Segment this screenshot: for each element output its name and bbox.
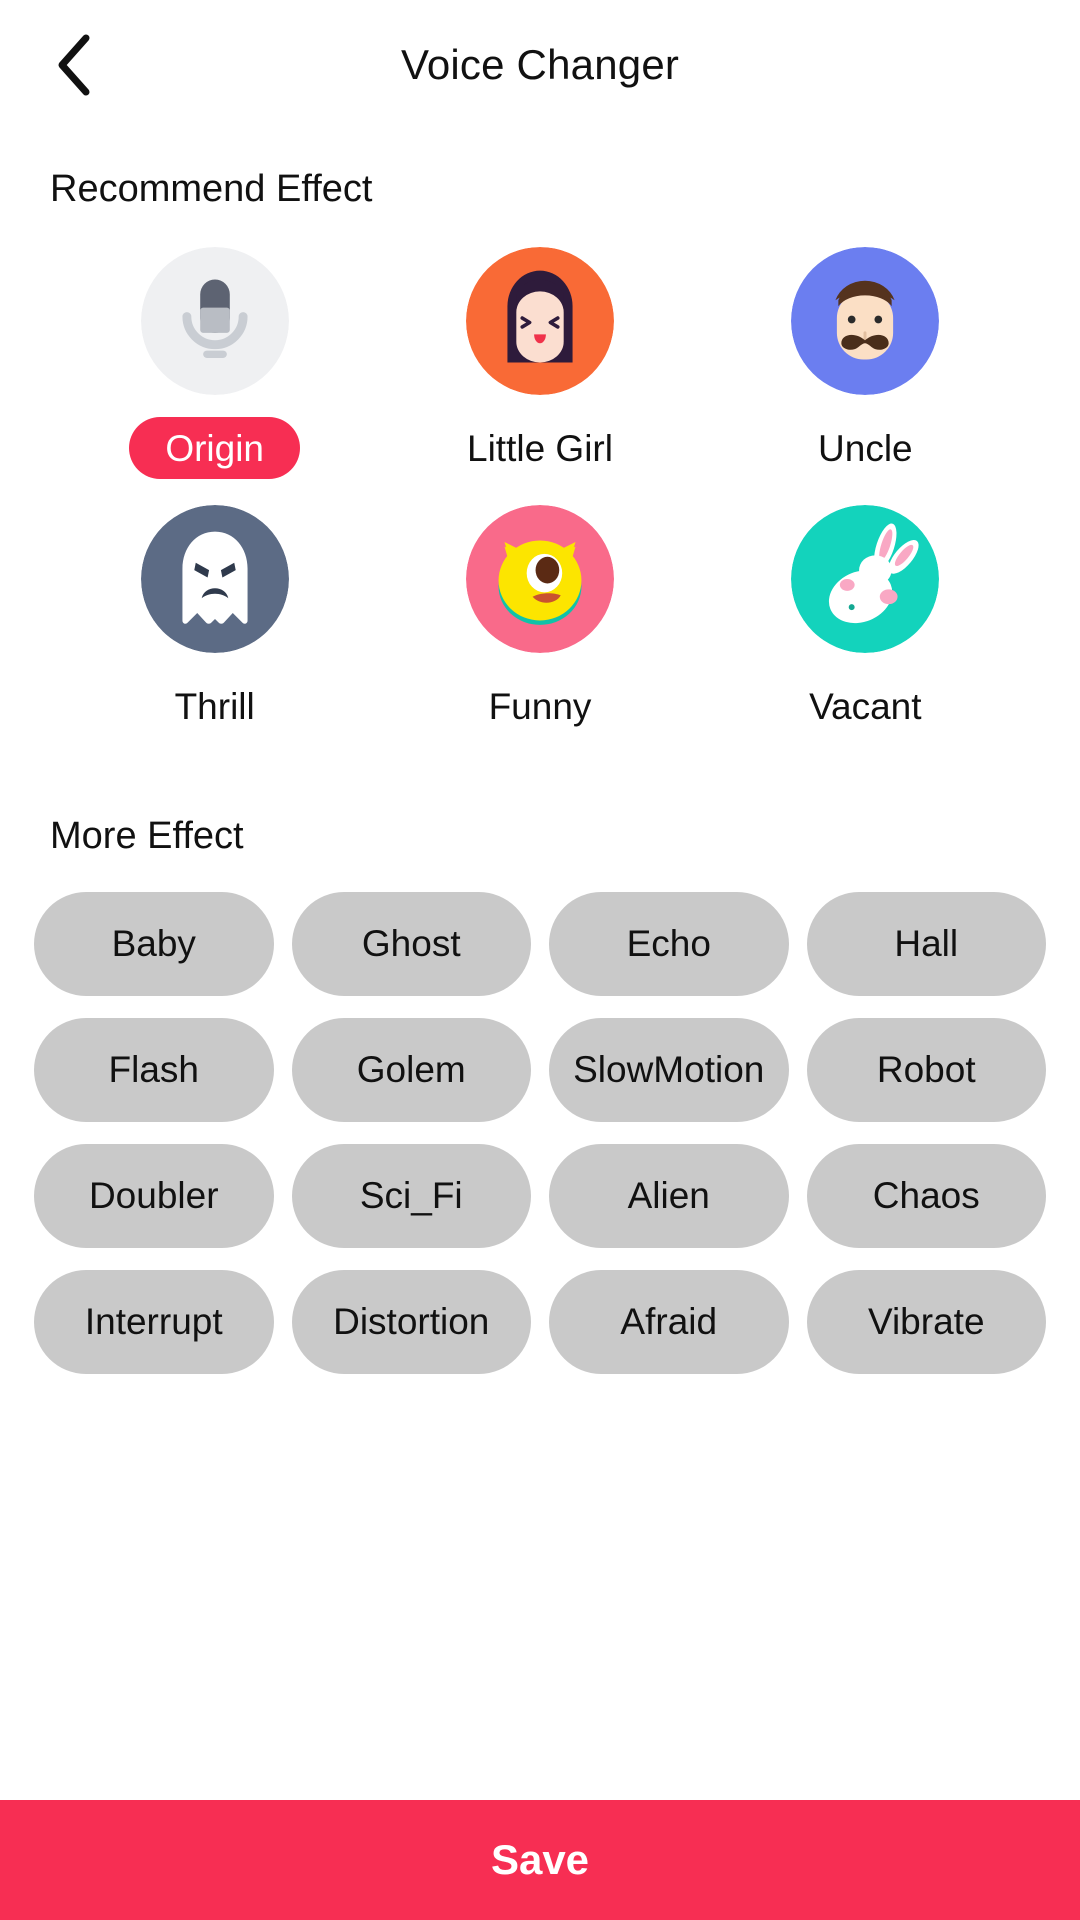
chip-chaos[interactable]: Chaos <box>806 1144 1046 1248</box>
effect-label-origin: Origin <box>129 417 301 479</box>
man-face-icon <box>791 247 940 395</box>
chip-distortion[interactable]: Distortion <box>291 1270 531 1374</box>
effect-label-vacant: Vacant <box>809 685 922 727</box>
effect-label-funny: Funny <box>488 685 592 727</box>
chip-doubler[interactable]: Doubler <box>34 1144 274 1248</box>
chip-golem[interactable]: Golem <box>291 1018 531 1122</box>
rabbit-icon <box>791 505 940 653</box>
chip-flash[interactable]: Flash <box>34 1018 274 1122</box>
effect-item-origin[interactable]: Origin <box>52 247 377 479</box>
app-header: Voice Changer <box>0 0 1080 130</box>
chip-hall[interactable]: Hall <box>806 892 1046 996</box>
save-button[interactable]: Save <box>0 1800 1080 1920</box>
girl-face-icon <box>465 247 614 395</box>
chip-echo[interactable]: Echo <box>549 892 789 996</box>
chip-robot[interactable]: Robot <box>806 1018 1046 1122</box>
back-button[interactable] <box>42 33 106 97</box>
more-section-title: More Effect <box>50 815 244 857</box>
ghost-icon <box>140 505 289 653</box>
recommend-section-title: Recommend Effect <box>50 168 373 210</box>
chip-slowmotion[interactable]: SlowMotion <box>549 1018 789 1122</box>
save-button-label: Save <box>490 1836 590 1883</box>
chip-alien[interactable]: Alien <box>549 1144 789 1248</box>
chip-vibrate[interactable]: Vibrate <box>806 1270 1046 1374</box>
effect-label-little-girl: Little Girl <box>467 427 613 469</box>
effect-item-funny[interactable]: Funny <box>377 505 702 737</box>
chevron-left-icon <box>54 34 94 96</box>
effect-label-uncle: Uncle <box>818 427 913 469</box>
effect-item-uncle[interactable]: Uncle <box>703 247 1028 479</box>
effect-item-thrill[interactable]: Thrill <box>52 505 377 737</box>
chip-interrupt[interactable]: Interrupt <box>34 1270 274 1374</box>
monster-icon <box>465 505 614 653</box>
effect-label-thrill: Thrill <box>174 685 255 727</box>
recommend-effect-grid: Origin Little Girl Uncle Thrill Funny Va… <box>0 247 1080 737</box>
chip-afraid[interactable]: Afraid <box>549 1270 789 1374</box>
effect-item-vacant[interactable]: Vacant <box>703 505 1028 737</box>
chip-baby[interactable]: Baby <box>34 892 274 996</box>
chip-ghost[interactable]: Ghost <box>291 892 531 996</box>
more-effect-grid: Baby Ghost Echo Hall Flash Golem SlowMot… <box>0 892 1080 1374</box>
chip-sci-fi[interactable]: Sci_Fi <box>291 1144 531 1248</box>
microphone-icon <box>140 247 289 395</box>
page-title: Voice Changer <box>400 41 680 88</box>
effect-item-little-girl[interactable]: Little Girl <box>377 247 702 479</box>
